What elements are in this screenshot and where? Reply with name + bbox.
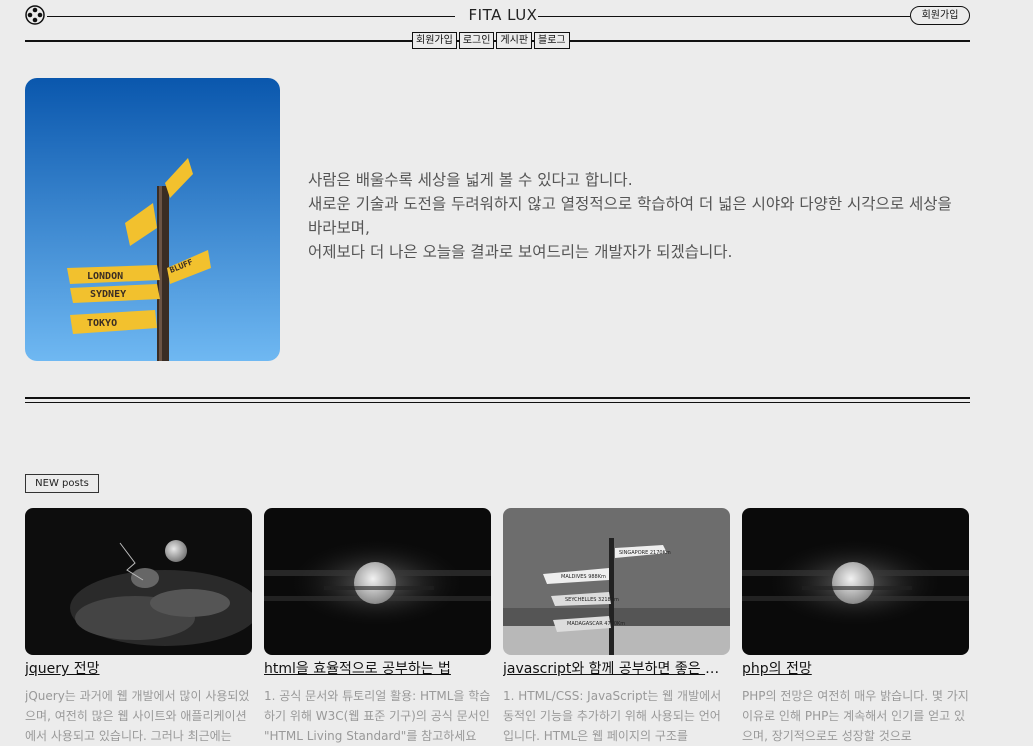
post-excerpt: 1. 공식 문서와 튜토리얼 활용: HTML을 학습하기 위해 W3C(웹 표…: [264, 689, 491, 743]
post-thumbnail[interactable]: [25, 508, 252, 655]
main-nav: 회원가입 로그인 게시판 블로그: [412, 32, 570, 49]
hero-image: LONDON SYDNEY TOKYO BLUFF: [25, 78, 280, 361]
sign-singapore: SINGAPORE 2170Km: [619, 550, 671, 556]
logo-icon[interactable]: [25, 5, 45, 25]
intro-line-2: 새로운 기술과 도전을 두려워하지 않고 열정적으로 학습하여 더 넓은 시야와…: [308, 195, 952, 237]
header-rule-right: [538, 16, 910, 17]
intro-line-1: 사람은 배울수록 세상을 넓게 볼 수 있다고 합니다.: [308, 171, 633, 189]
post-card[interactable]: php의 전망 PHP의 전망은 여전히 매우 밝습니다. 몇 가지 이유로 인…: [742, 508, 969, 746]
post-thumbnail[interactable]: [742, 508, 969, 655]
nav-signup[interactable]: 회원가입: [412, 32, 457, 49]
sign-tokyo: TOKYO: [87, 318, 117, 329]
header-rule-left: [47, 16, 455, 17]
post-excerpt: PHP의 전망은 여전히 매우 밝습니다. 몇 가지 이유로 인해 PHP는 계…: [742, 689, 969, 743]
signup-button[interactable]: 회원가입: [910, 6, 970, 25]
intro-line-3: 어제보다 더 나은 오늘을 결과로 보여드리는 개발자가 되겠습니다.: [308, 243, 733, 261]
post-title[interactable]: javascript와 함께 공부하면 좋은 언어: [503, 659, 730, 679]
site-brand[interactable]: FITA LUX: [463, 6, 543, 24]
nav-blog[interactable]: 블로그: [534, 32, 570, 49]
intro-text: 사람은 배울수록 세상을 넓게 볼 수 있다고 합니다. 새로운 기술과 도전을…: [308, 168, 968, 264]
post-card[interactable]: SINGAPORE 2170Km MALDIVES 988Km SEYCHELL…: [503, 508, 730, 746]
post-thumbnail[interactable]: [264, 508, 491, 655]
post-title[interactable]: php의 전망: [742, 659, 969, 679]
posts-list: jquery 전망 jQuery는 과거에 웹 개발에서 많이 사용되었으며, …: [25, 508, 970, 746]
sign-london: LONDON: [87, 271, 123, 282]
post-title[interactable]: html을 효율적으로 공부하는 법: [264, 659, 491, 679]
section-divider-top: [25, 397, 970, 399]
post-title[interactable]: jquery 전망: [25, 659, 252, 679]
nav-login[interactable]: 로그인: [458, 32, 495, 49]
sign-madagascar: MADAGASCAR 4780Km: [567, 621, 625, 627]
site-header: FITA LUX 회원가입 회원가입 로그인 게시판 블로그: [25, 0, 970, 50]
post-card[interactable]: html을 효율적으로 공부하는 법 1. 공식 문서와 튜토리얼 활용: HT…: [264, 508, 491, 746]
post-card[interactable]: jquery 전망 jQuery는 과거에 웹 개발에서 많이 사용되었으며, …: [25, 508, 252, 746]
post-excerpt: 1. HTML/CSS: JavaScript는 웹 개발에서 동적인 기능을 …: [503, 689, 722, 743]
post-excerpt: jQuery는 과거에 웹 개발에서 많이 사용되었으며, 여전히 많은 웹 사…: [25, 689, 250, 743]
sign-maldives: MALDIVES 988Km: [561, 574, 606, 580]
post-thumbnail[interactable]: SINGAPORE 2170Km MALDIVES 988Km SEYCHELL…: [503, 508, 730, 655]
sign-sydney: SYDNEY: [90, 289, 126, 300]
nav-board[interactable]: 게시판: [496, 32, 533, 49]
sign-seychelles: SEYCHELLES 3218Km: [565, 597, 619, 603]
new-posts-label: NEW posts: [25, 474, 99, 493]
section-divider-bottom: [25, 402, 970, 403]
